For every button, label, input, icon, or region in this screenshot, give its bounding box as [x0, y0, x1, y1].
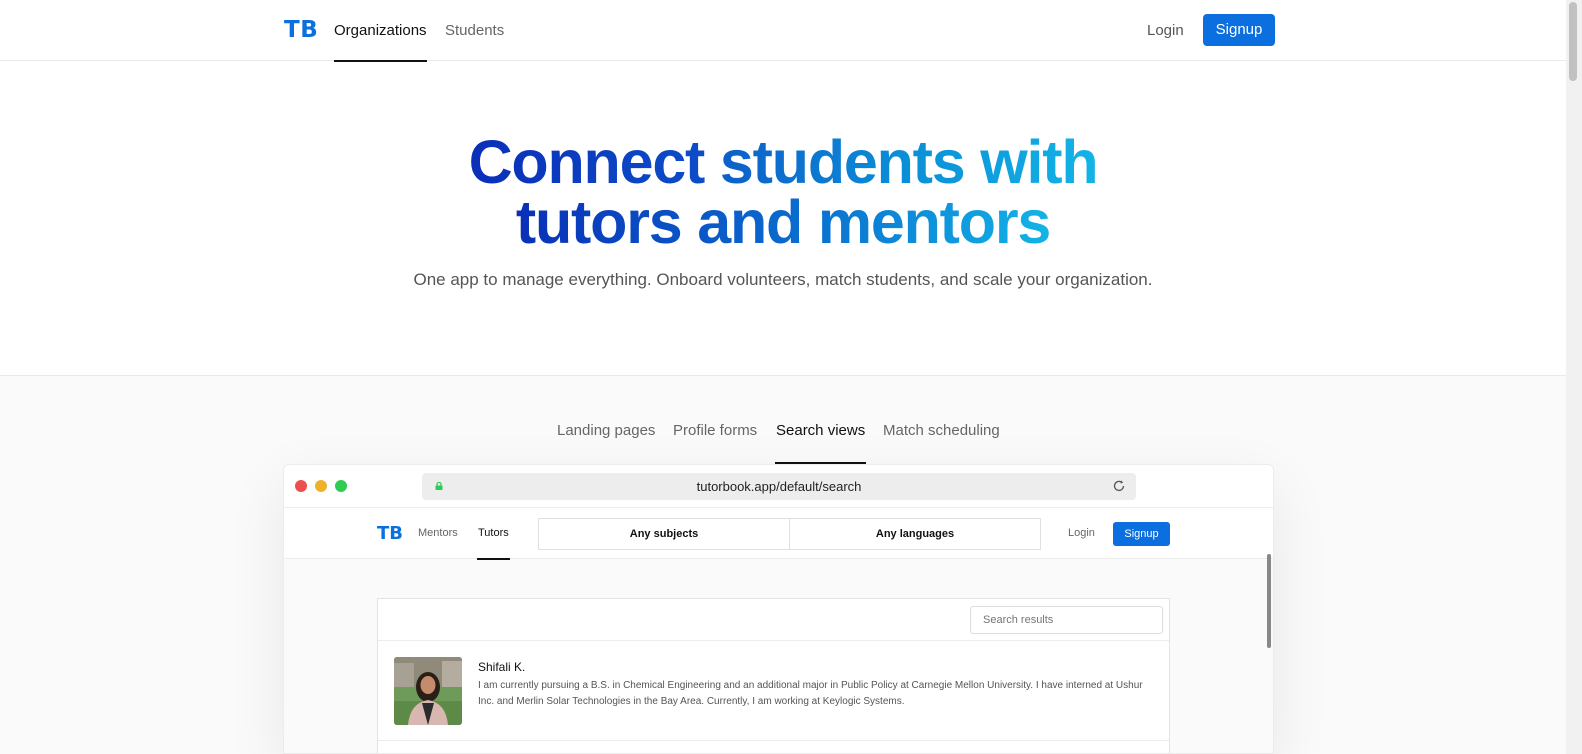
signup-button[interactable]: Signup [1203, 14, 1275, 46]
logo[interactable]: TB [284, 17, 318, 43]
subjects-filter[interactable]: Any subjects [538, 518, 790, 550]
app-navbar: TB Mentors Tutors Any subjects Any langu… [284, 508, 1273, 560]
hero-title-line-1: Connect students with [0, 132, 1566, 193]
top-navbar: TB Organizations Students Login Signup [0, 0, 1566, 62]
browser-toolbar: tutorbook.app/default/search [284, 465, 1273, 508]
tab-organizations[interactable]: Organizations [334, 0, 427, 62]
tutor-name: Shifali K. [478, 660, 526, 674]
hero-subtitle: One app to manage everything. Onboard vo… [413, 270, 1153, 289]
results-header [378, 599, 1169, 641]
page-scrollbar-thumb[interactable] [1569, 2, 1577, 81]
tutor-bio: I am currently pursuing a B.S. in Chemic… [478, 680, 1143, 707]
demo-tab-search-views[interactable]: Search views [774, 422, 867, 464]
hero-title-line-2: tutors and mentors [0, 192, 1566, 253]
page-scrollbar[interactable] [1566, 0, 1582, 754]
hero-title-part-3: tutors and mentors [515, 188, 1051, 256]
search-results-panel: Shifali K. I am currently pursuing a B.S… [377, 598, 1170, 753]
app-logo[interactable]: TB [377, 523, 403, 544]
demo-tab-profile-forms[interactable]: Profile forms [673, 422, 757, 464]
demo-tab-match-scheduling[interactable]: Match scheduling [883, 422, 1000, 464]
app-scrollbar-thumb[interactable] [1267, 554, 1271, 648]
tab-mentors[interactable]: Mentors [418, 508, 458, 559]
close-window-dot [295, 480, 307, 492]
row-divider [378, 740, 1169, 741]
hero-title-part-2: students with [719, 128, 1099, 196]
browser-mockup: tutorbook.app/default/search TB Mentors … [283, 464, 1274, 754]
minimize-window-dot [315, 480, 327, 492]
tab-tutors[interactable]: Tutors [477, 508, 510, 560]
reload-icon[interactable] [1112, 479, 1126, 493]
address-bar[interactable]: tutorbook.app/default/search [422, 473, 1136, 500]
tab-students[interactable]: Students [445, 0, 504, 61]
maximize-window-dot [335, 480, 347, 492]
login-link[interactable]: Login [1147, 0, 1184, 61]
search-results-input[interactable] [970, 606, 1163, 634]
languages-filter[interactable]: Any languages [789, 518, 1041, 550]
app-signup-button[interactable]: Signup [1113, 522, 1170, 546]
demo-tab-landing-pages[interactable]: Landing pages [557, 422, 655, 464]
avatar [394, 657, 462, 725]
lock-icon [435, 482, 443, 490]
url-text: tutorbook.app/default/search [696, 479, 862, 494]
hero-title-part-1: Connect [468, 128, 720, 196]
app-preview: TB Mentors Tutors Any subjects Any langu… [284, 508, 1273, 753]
app-login-link[interactable]: Login [1068, 508, 1095, 559]
